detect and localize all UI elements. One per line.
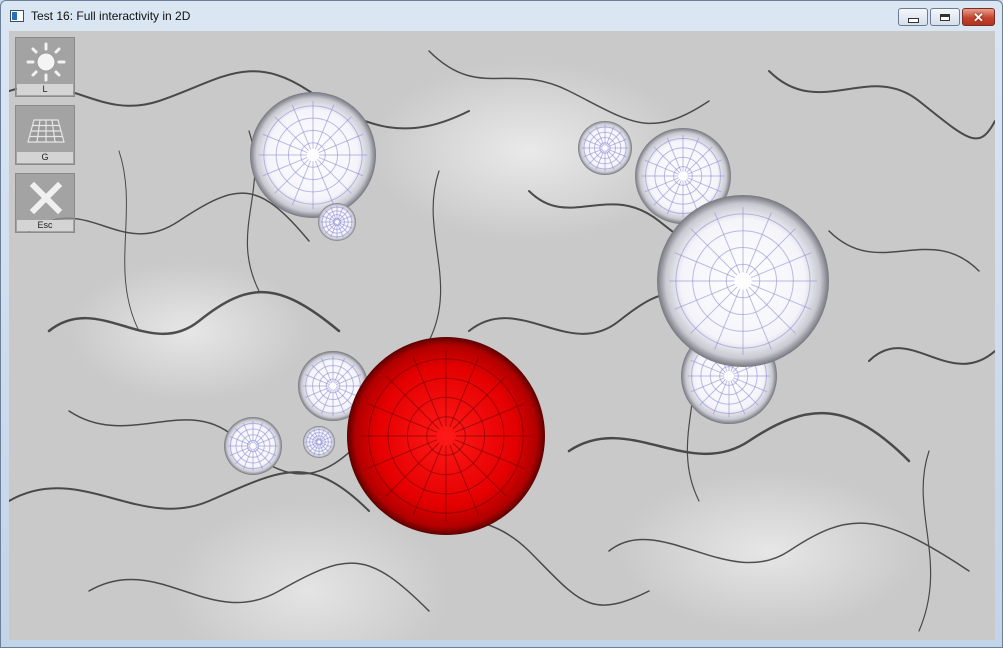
close-icon: ✕ [973, 9, 984, 25]
maximize-button[interactable] [930, 8, 960, 26]
close-button[interactable]: ✕ [962, 8, 995, 26]
application-window: Test 16: Full interactivity in 2D ✕ L G … [0, 0, 1003, 648]
active-sphere[interactable] [347, 337, 545, 535]
sun-icon [26, 42, 66, 82]
close-icon [29, 181, 63, 215]
exit-button[interactable]: Esc [15, 173, 75, 233]
sphere[interactable] [250, 92, 376, 218]
minimize-icon [907, 17, 919, 23]
scene-viewport[interactable]: L G Esc [9, 31, 995, 640]
sphere[interactable] [578, 121, 632, 175]
app-icon[interactable] [10, 10, 24, 22]
sphere[interactable] [318, 203, 356, 241]
grid-toggle-button[interactable]: G [15, 105, 75, 165]
sphere[interactable] [657, 195, 829, 367]
title-bar[interactable]: Test 16: Full interactivity in 2D ✕ [1, 1, 1002, 31]
sphere[interactable] [303, 426, 335, 458]
grid-icon [27, 119, 65, 143]
light-key-label: L [17, 84, 73, 95]
maximize-icon [940, 13, 950, 21]
minimize-button[interactable] [898, 8, 928, 26]
light-toggle-button[interactable]: L [15, 37, 75, 97]
sphere[interactable] [224, 417, 282, 475]
window-title: Test 16: Full interactivity in 2D [31, 9, 191, 23]
exit-key-label: Esc [17, 220, 73, 231]
marble-background [9, 50, 995, 632]
grid-key-label: G [17, 152, 73, 163]
